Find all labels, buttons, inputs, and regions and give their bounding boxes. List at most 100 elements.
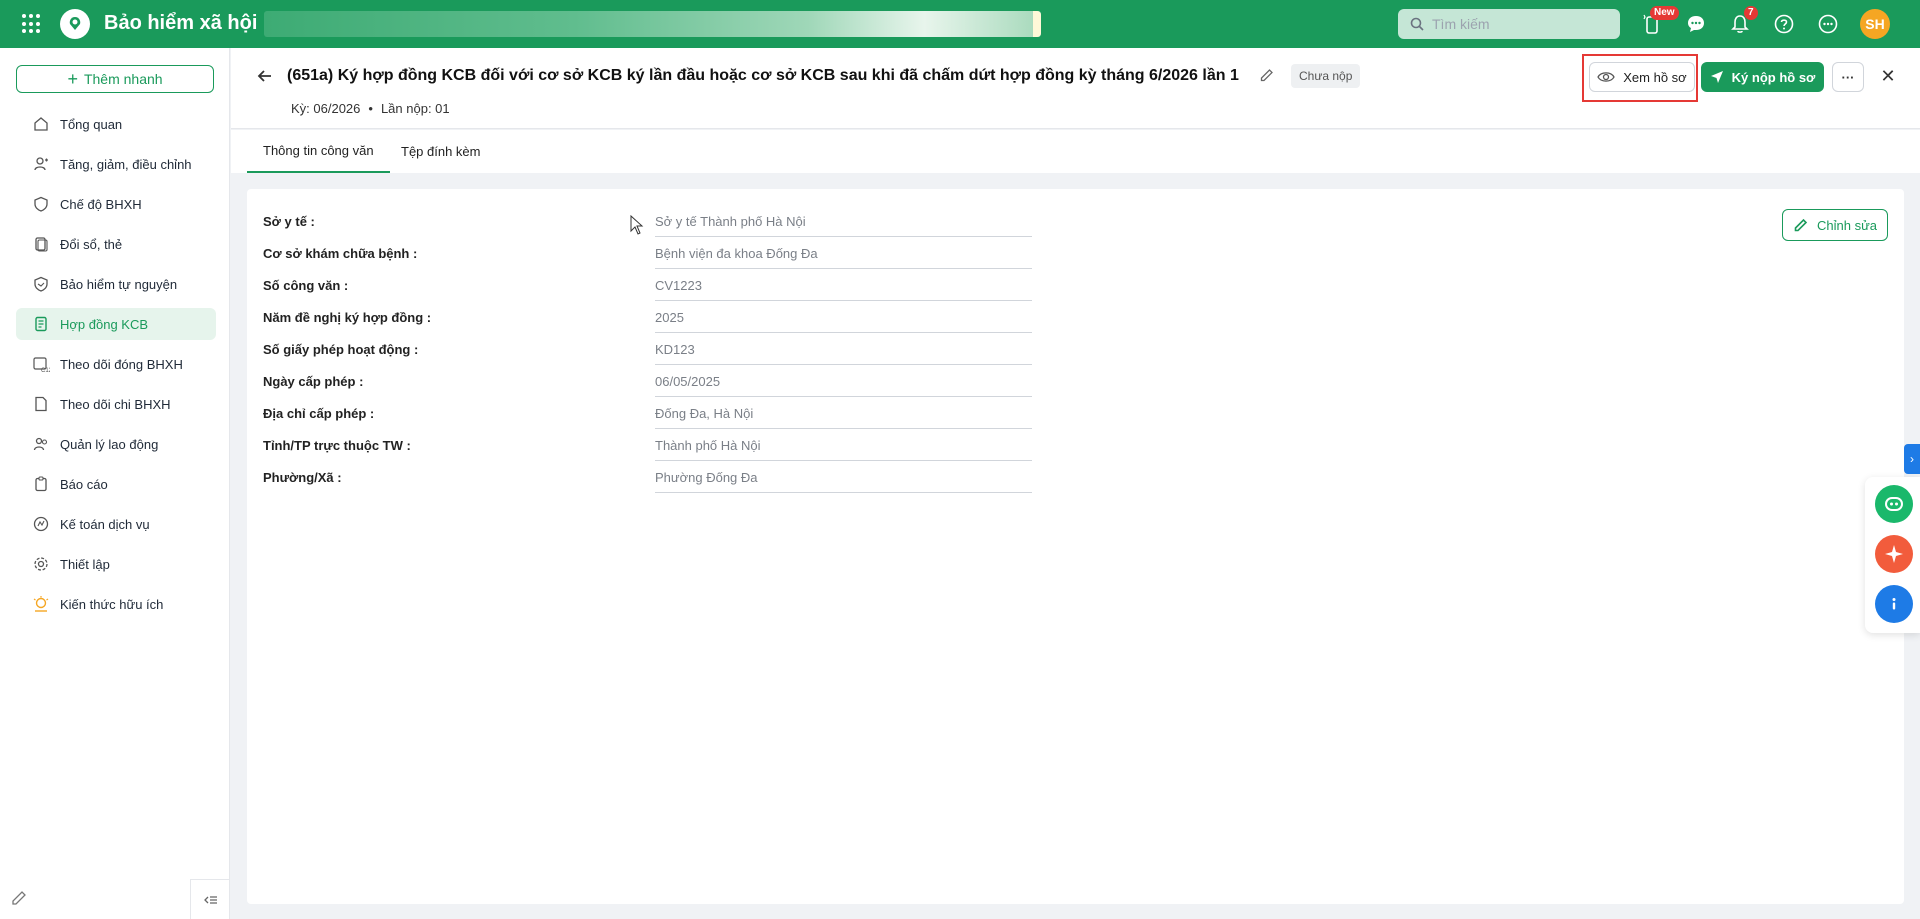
field-label: Phường/Xã : — [263, 470, 342, 485]
sidebar-item-label: Tăng, giảm, điều chỉnh — [60, 156, 192, 172]
edit-note-icon[interactable] — [10, 889, 28, 910]
close-icon: ✕ — [1880, 65, 1896, 86]
sidebar-item-bao-cao[interactable]: Báo cáo — [16, 468, 216, 500]
logo-icon[interactable] — [60, 9, 90, 39]
send-icon — [1710, 71, 1723, 83]
field-label: Ngày cấp phép : — [263, 374, 364, 389]
c12-calendar-icon: C12 — [32, 355, 50, 373]
field-value[interactable]: KD123 — [655, 333, 1032, 365]
sidebar-item-hop-dong-kcb[interactable]: Hợp đồng KCB — [16, 308, 216, 340]
search-icon — [1410, 17, 1424, 31]
help-icon — [1774, 14, 1794, 34]
sidebar-item-quan-ly-lao-dong[interactable]: Quản lý lao động — [16, 428, 216, 460]
sidebar-item-label: Theo dõi đóng BHXH — [60, 356, 183, 372]
field-value[interactable]: 2025 — [655, 301, 1032, 333]
more-apps-button[interactable] — [1816, 12, 1840, 36]
form-card: Chỉnh sửa Sở y tế : Sở y tế Thành phố Hà… — [247, 189, 1904, 904]
sidebar-item-thiet-lap[interactable]: Thiết lập — [16, 548, 216, 580]
field-value[interactable]: Sở y tế Thành phố Hà Nội — [655, 205, 1032, 237]
sidebar-item-bao-hiem-tu-nguyen[interactable]: Bảo hiểm tự nguyện — [16, 268, 216, 300]
page-title: (651a) Ký hợp đồng KCB đối với cơ sở KCB… — [287, 67, 1239, 84]
mouse-cursor-icon — [630, 215, 644, 235]
sidebar-item-label: Kiến thức hữu ích — [60, 596, 164, 612]
svg-text:C12: C12 — [41, 368, 50, 373]
plus-icon: + — [67, 69, 78, 89]
rename-pencil-icon[interactable] — [1259, 67, 1275, 86]
field-label: Địa chỉ cấp phép : — [263, 406, 375, 421]
highlight-box — [1582, 54, 1698, 102]
field-label: Năm đề nghị ký hợp đồng : — [263, 310, 432, 325]
submission-meta: Kỳ: 06/2026 • Lần nộp: 01 — [291, 101, 450, 116]
edit-button[interactable]: Chỉnh sửa — [1782, 209, 1888, 241]
user-adjust-icon — [32, 155, 50, 173]
pencil-icon — [1794, 218, 1808, 232]
close-button[interactable]: ✕ — [1876, 64, 1900, 88]
sidebar-item-label: Chế độ BHXH — [60, 196, 142, 212]
ai-assistant-button[interactable] — [1875, 535, 1913, 573]
sidebar: + Thêm nhanh Tổng quan Tăng, giảm, điều … — [0, 48, 230, 919]
sidebar-item-tang-giam[interactable]: Tăng, giảm, điều chỉnh — [16, 148, 216, 180]
notification-button[interactable]: 7 — [1728, 6, 1758, 36]
sidebar-item-ke-toan[interactable]: Kế toán dịch vụ — [16, 508, 216, 540]
chatbot-button[interactable] — [1875, 485, 1913, 523]
quick-add-button[interactable]: + Thêm nhanh — [16, 65, 214, 93]
sidebar-item-tong-quan[interactable]: Tổng quan — [16, 108, 216, 140]
sidebar-item-kien-thuc[interactable]: Kiến thức hữu ích — [16, 588, 216, 620]
field-value[interactable]: CV1223 — [655, 269, 1032, 301]
promo-banner[interactable] — [264, 11, 1041, 37]
help-button[interactable] — [1772, 12, 1796, 36]
more-options-button[interactable]: ··· — [1832, 62, 1864, 92]
report-icon — [32, 475, 50, 493]
contract-icon — [32, 315, 50, 333]
home-icon — [32, 115, 50, 133]
collapse-sidebar-button[interactable] — [190, 879, 230, 919]
sidebar-item-label: Báo cáo — [60, 476, 108, 492]
sign-submit-label: Ký nộp hồ sơ — [1731, 69, 1816, 85]
field-value[interactable]: Thành phố Hà Nội — [655, 429, 1032, 461]
sidebar-item-label: Bảo hiểm tự nguyện — [60, 276, 178, 292]
chat-button[interactable] — [1684, 12, 1708, 36]
info-icon — [1892, 598, 1896, 610]
field-value[interactable]: 06/05/2025 — [655, 365, 1032, 397]
expand-panel-button[interactable]: › — [1904, 444, 1920, 474]
avatar[interactable]: SH — [1860, 9, 1890, 39]
form-row: Năm đề nghị ký hợp đồng : 2025 — [263, 301, 1063, 333]
sidebar-item-label: Thiết lập — [60, 556, 110, 572]
form-row: Cơ sở khám chữa bệnh : Bệnh viện đa khoa… — [263, 237, 1063, 269]
bulb-icon — [32, 595, 50, 613]
apps-grid-icon[interactable] — [22, 14, 42, 34]
chat-icon — [1688, 16, 1704, 32]
sidebar-item-theo-doi-chi[interactable]: Theo dõi chi BHXH — [16, 388, 216, 420]
field-label: Tỉnh/TP trực thuộc TW : — [263, 438, 411, 453]
shield-heart-icon — [32, 195, 50, 213]
app-brand[interactable]: Bảo hiểm xã hội — [104, 12, 257, 35]
separator-dot: • — [368, 101, 373, 116]
back-button[interactable] — [255, 66, 275, 86]
form-row: Số giấy phép hoạt động : KD123 — [263, 333, 1063, 365]
form-row: Tỉnh/TP trực thuộc TW : Thành phố Hà Nội — [263, 429, 1063, 461]
field-value[interactable]: Phường Đống Đa — [655, 461, 1032, 493]
more-horizontal-icon: ··· — [1841, 69, 1855, 85]
top-bar: Bảo hiểm xã hội Tìm kiếm New 7 SH — [0, 0, 1920, 48]
form-row: Địa chỉ cấp phép : Đống Đa, Hà Nội — [263, 397, 1063, 429]
sidebar-item-doi-so[interactable]: Đổi sổ, thẻ — [16, 228, 216, 260]
shield-hand-icon — [32, 275, 50, 293]
sidebar-item-theo-doi-dong[interactable]: C12 Theo dõi đóng BHXH — [16, 348, 216, 380]
mobile-app-button[interactable]: New — [1640, 6, 1679, 36]
sign-submit-button[interactable]: Ký nộp hồ sơ — [1701, 62, 1824, 92]
sparkle-icon — [1885, 545, 1903, 563]
collapse-icon — [203, 895, 217, 904]
sidebar-item-label: Theo dõi chi BHXH — [60, 396, 171, 412]
tab-thong-tin-cong-van[interactable]: Thông tin công văn — [247, 130, 390, 173]
info-button[interactable] — [1875, 585, 1913, 623]
tab-tep-dinh-kem[interactable]: Tệp đính kèm — [385, 130, 497, 173]
form-row: Phường/Xã : Phường Đống Đa — [263, 461, 1063, 493]
chevron-right-icon: › — [1910, 452, 1914, 466]
field-value[interactable]: Bệnh viện đa khoa Đống Đa — [655, 237, 1032, 269]
search-input[interactable]: Tìm kiếm — [1398, 9, 1620, 39]
field-value[interactable]: Đống Đa, Hà Nội — [655, 397, 1032, 429]
status-badge: Chưa nộp — [1291, 64, 1361, 88]
sidebar-item-che-do[interactable]: Chế độ BHXH — [16, 188, 216, 220]
users-icon — [32, 435, 50, 453]
form-row: Sở y tế : Sở y tế Thành phố Hà Nội — [263, 205, 1063, 237]
